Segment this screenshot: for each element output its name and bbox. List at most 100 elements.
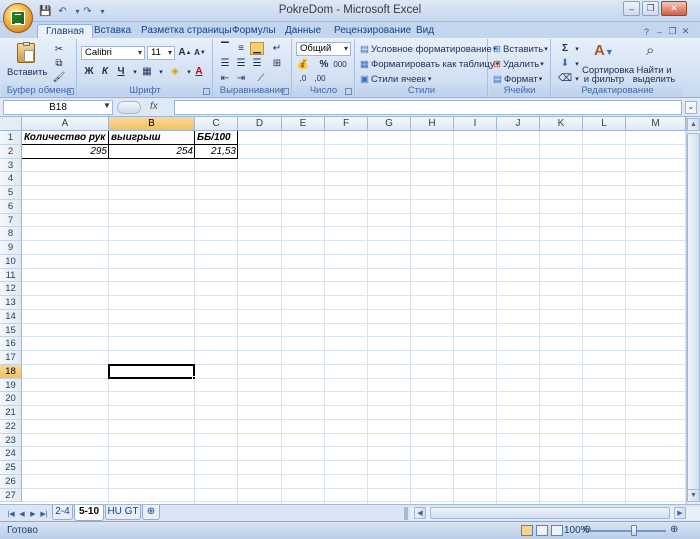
normal-view-icon[interactable] [521, 525, 533, 536]
row-header-16[interactable]: 16 [0, 337, 22, 351]
column-header-h[interactable]: H [411, 117, 454, 131]
restore-button[interactable]: ❐ [642, 1, 659, 16]
row-header-7[interactable]: 7 [0, 213, 22, 228]
zoom-in-icon[interactable]: ⊕ [670, 524, 678, 535]
vertical-scroll-thumb[interactable] [687, 133, 700, 493]
align-bottom-icon[interactable]: ▁ [250, 42, 264, 55]
tab-formulas[interactable]: Формулы [232, 24, 276, 39]
align-right-icon[interactable]: ☰ [250, 57, 264, 70]
office-button[interactable] [3, 3, 33, 33]
tab-view[interactable]: Вид [416, 24, 434, 39]
row-header-11[interactable]: 11 [0, 268, 22, 283]
sheet-tab[interactable]: 2-4 [52, 505, 73, 520]
tab-home[interactable]: Главная [37, 24, 94, 39]
format-painter-icon[interactable]: 🖌 [52, 71, 66, 84]
prev-sheet-icon[interactable]: ◀ [17, 508, 27, 519]
align-top-icon[interactable]: ▔ [218, 42, 232, 55]
sort-filter-button[interactable]: A▼ Сортировка и фильтр [582, 40, 634, 84]
font-name-dropdown[interactable]: Calibri [81, 46, 145, 60]
column-header-j[interactable]: J [497, 117, 540, 131]
increase-decimal-icon[interactable]: ,0 [296, 72, 310, 85]
column-header-k[interactable]: K [540, 117, 583, 131]
delete-cells-button[interactable]: ⊟ Удалить ▾ [493, 57, 544, 71]
minimize-button[interactable]: – [623, 1, 640, 16]
grow-font-icon[interactable]: A ▲ [178, 46, 192, 59]
italic-button[interactable]: К [98, 65, 112, 78]
row-header-23[interactable]: 23 [0, 433, 22, 448]
ribbon-minimize-icon[interactable]: – [654, 26, 665, 37]
wrap-text-icon[interactable]: ↵ [270, 42, 284, 55]
row-header-22[interactable]: 22 [0, 419, 22, 434]
formula-bar-splitter[interactable] [117, 101, 141, 114]
insert-sheet-icon[interactable]: ⊕ [142, 505, 160, 520]
decrease-indent-icon[interactable]: ⇤ [218, 72, 232, 85]
name-box[interactable]: B18 [3, 100, 113, 115]
cell-styles-button[interactable]: ▣ Стили ячеек ▾ [360, 72, 431, 86]
column-header-g[interactable]: G [368, 117, 411, 131]
scroll-left-icon[interactable]: ◀ [414, 507, 426, 519]
column-header-c[interactable]: C [195, 117, 238, 131]
row-header-27[interactable]: 27 [0, 488, 22, 503]
insert-function-button[interactable]: fx [150, 101, 172, 114]
help-icon[interactable]: ? [641, 26, 652, 37]
column-header-a[interactable]: A [22, 117, 109, 131]
format-as-table-button[interactable]: ▦ Форматировать как таблицу ▾ [360, 57, 499, 71]
last-sheet-icon[interactable]: ▶| [39, 508, 49, 519]
horizontal-scroll-thumb[interactable] [430, 507, 670, 519]
close-button[interactable]: ✕ [661, 1, 687, 16]
underline-button[interactable]: Ч [114, 65, 128, 78]
row-header-24[interactable]: 24 [0, 447, 22, 461]
increase-indent-icon[interactable]: ⇥ [234, 72, 248, 85]
align-middle-icon[interactable]: ≡ [234, 42, 248, 55]
borders-icon[interactable]: ▦ [140, 65, 154, 78]
column-header-m[interactable]: M [626, 117, 686, 131]
align-left-icon[interactable]: ☰ [218, 57, 232, 70]
page-break-view-icon[interactable] [551, 525, 563, 536]
number-launcher-icon[interactable] [345, 88, 352, 95]
row-header-3[interactable]: 3 [0, 158, 22, 173]
page-layout-view-icon[interactable] [536, 525, 548, 536]
orientation-icon[interactable]: ⟋ [254, 72, 268, 85]
row-header-8[interactable]: 8 [0, 227, 22, 241]
ribbon-close-icon[interactable]: ✕ [680, 26, 691, 37]
format-cells-button[interactable]: ▤ Формат ▾ [493, 72, 542, 86]
row-header-17[interactable]: 17 [0, 351, 22, 365]
shrink-font-icon[interactable]: A ▼ [193, 46, 207, 59]
active-cell-selection[interactable] [108, 363, 195, 379]
find-select-button[interactable]: ⌕ Найти и выделить [630, 40, 678, 84]
row-header-5[interactable]: 5 [0, 186, 22, 200]
row-header-20[interactable]: 20 [0, 392, 22, 406]
row-header-10[interactable]: 10 [0, 254, 22, 269]
zoom-slider[interactable] [590, 530, 666, 532]
number-format-dropdown[interactable]: Общий [296, 42, 351, 56]
scroll-down-icon[interactable]: ▼ [687, 489, 700, 502]
column-header-d[interactable]: D [238, 117, 282, 131]
horizontal-scrollbar[interactable]: ◀ ▶ [410, 507, 700, 520]
row-header-2[interactable]: 2 [0, 144, 22, 159]
scroll-up-icon[interactable]: ▲ [687, 118, 700, 131]
copy-icon[interactable]: ⧉ [52, 57, 66, 70]
tab-page-layout[interactable]: Разметка страницы [141, 24, 232, 39]
alignment-launcher-icon[interactable] [282, 88, 289, 95]
row-header-12[interactable]: 12 [0, 282, 22, 296]
clipboard-launcher-icon[interactable] [67, 88, 74, 95]
vertical-scrollbar[interactable]: ▲ ▼ [686, 117, 700, 504]
row-header-1[interactable]: 1 [0, 131, 22, 145]
bold-button[interactable]: Ж [82, 65, 96, 78]
worksheet-grid[interactable]: ABCDEFGHIJKLM 1 2 3 4 5 6 7 8 9 10 11 12 13 14 15 16 17 1… [0, 117, 686, 504]
zoom-slider-thumb[interactable] [631, 525, 637, 536]
decrease-decimal-icon[interactable]: ,00 [313, 72, 327, 85]
ribbon-restore-icon[interactable]: ❐ [667, 26, 678, 37]
row-header-18[interactable]: 18 [0, 364, 22, 379]
fill-color-icon[interactable]: ◈ [168, 65, 182, 78]
align-center-icon[interactable]: ☰ [234, 57, 248, 70]
tab-data[interactable]: Данные [285, 24, 321, 39]
first-sheet-icon[interactable]: |◀ [6, 508, 16, 519]
formula-input[interactable] [174, 100, 682, 115]
row-header-15[interactable]: 15 [0, 323, 22, 338]
tab-review[interactable]: Рецензирование [334, 24, 411, 39]
select-all-corner[interactable] [0, 117, 22, 131]
conditional-formatting-button[interactable]: ▤ Условное форматирование ▾ [360, 42, 496, 56]
row-header-4[interactable]: 4 [0, 172, 22, 186]
column-header-l[interactable]: L [583, 117, 626, 131]
